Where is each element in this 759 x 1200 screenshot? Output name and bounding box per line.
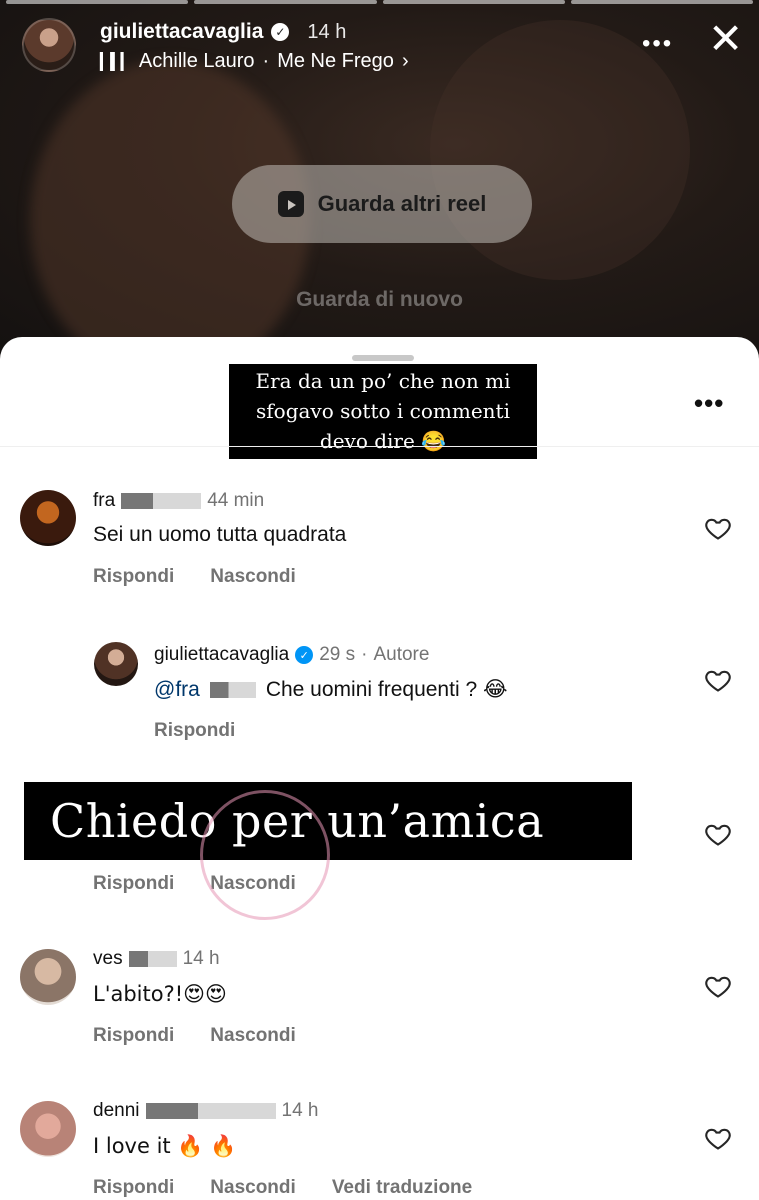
- avatar[interactable]: [20, 949, 76, 1005]
- comment-text: Sei un uomo tutta quadrata: [93, 523, 347, 546]
- music-bars-icon: ▎▍▎: [100, 53, 133, 71]
- comment-text: Che uomini frequenti ? 😂: [265, 678, 508, 701]
- comment-username[interactable]: fra: [93, 490, 115, 512]
- comments-sheet: [0, 337, 759, 1200]
- redacted-name: [121, 493, 202, 509]
- translate-button[interactable]: Vedi traduzione: [332, 1177, 472, 1199]
- story-user-row[interactable]: giuliettacavaglia ✓ 14 h: [100, 20, 346, 44]
- watch-more-reels-button[interactable]: Guarda altri reel: [232, 165, 532, 243]
- verified-icon: ✓: [295, 646, 314, 664]
- music-artist[interactable]: Achille Lauro: [139, 50, 255, 73]
- heart-icon[interactable]: [704, 1124, 732, 1152]
- comment-time: 14 h: [281, 1100, 319, 1121]
- comment-header: denni 14 h: [93, 1100, 318, 1122]
- comment-actions: Rispondi Nascondi: [93, 566, 296, 588]
- redacted-name: [128, 951, 177, 967]
- comment-time: 44 min: [207, 490, 265, 511]
- music-track[interactable]: Me Ne Frego: [277, 50, 394, 73]
- comment-header: giuliettacavaglia ✓ 29 s · Autore: [154, 644, 429, 666]
- music-separator: ·: [262, 50, 270, 72]
- avatar[interactable]: [94, 642, 138, 686]
- story-progress-bar: [6, 0, 753, 4]
- comment-header: fra 44 min: [93, 490, 264, 512]
- hide-button[interactable]: Nascondi: [210, 566, 296, 588]
- reply-button[interactable]: Rispondi: [154, 720, 235, 742]
- chevron-right-icon: ›: [401, 50, 409, 72]
- comment-text-row: @fra Che uomini frequenti ? 😂: [154, 677, 508, 702]
- close-icon[interactable]: ✕: [708, 18, 743, 60]
- reply-button[interactable]: Rispondi: [93, 873, 174, 895]
- comment-actions: Rispondi Nascondi: [93, 1025, 296, 1047]
- story-music-row[interactable]: ▎▍▎ Achille Lauro · Me Ne Frego ›: [100, 50, 409, 73]
- comment-text: I love it 🔥 🔥: [93, 1134, 237, 1158]
- sheet-more-icon[interactable]: •••: [694, 388, 724, 419]
- comment-actions: Rispondi Nascondi Vedi traduzione: [93, 1177, 472, 1199]
- heart-icon[interactable]: [704, 820, 732, 848]
- reels-icon: [277, 191, 304, 217]
- verified-icon: ✓: [271, 23, 290, 41]
- caption-overlay: Era da un po’ che non mi sfogavo sotto i…: [229, 364, 537, 459]
- rewatch-button[interactable]: Guarda di nuovo: [0, 288, 759, 312]
- comment-time: 14 h: [182, 948, 220, 969]
- comment-time: 29 s: [319, 644, 356, 665]
- heart-icon[interactable]: [704, 972, 732, 1000]
- reply-button[interactable]: Rispondi: [93, 1025, 174, 1047]
- story-time: 14 h: [307, 20, 347, 43]
- mention-link[interactable]: @fra: [154, 678, 200, 702]
- meta-separator: ·: [361, 644, 368, 665]
- hide-button[interactable]: Nascondi: [210, 1025, 296, 1047]
- comment-username[interactable]: giuliettacavaglia: [154, 644, 289, 666]
- caption-line: devo dire 😂: [319, 429, 447, 453]
- watch-more-reels-label: Guarda altri reel: [317, 191, 487, 216]
- avatar[interactable]: [20, 490, 76, 546]
- comment-actions: Rispondi: [154, 720, 235, 742]
- redacted-name: [209, 681, 256, 698]
- hide-button[interactable]: Nascondi: [210, 1177, 296, 1199]
- caption-line: Era da un po’ che non mi: [255, 369, 511, 393]
- redacted-name: [145, 1103, 276, 1119]
- author-tag: Autore: [373, 644, 430, 665]
- reply-button[interactable]: Rispondi: [93, 566, 174, 588]
- heart-icon[interactable]: [704, 514, 732, 542]
- sheet-drag-handle[interactable]: [352, 355, 414, 361]
- comment-header: ves 14 h: [93, 948, 220, 970]
- story-avatar[interactable]: [22, 18, 76, 72]
- watermark-logo: [200, 790, 330, 920]
- caption-line: sfogavo sotto i commenti: [256, 399, 510, 423]
- more-horizontal-icon[interactable]: •••: [642, 30, 673, 58]
- avatar[interactable]: [20, 1101, 76, 1157]
- comment-username[interactable]: denni: [93, 1100, 140, 1122]
- divider: [0, 446, 759, 447]
- story-username[interactable]: giuliettacavaglia: [100, 20, 263, 44]
- comment-username[interactable]: ves: [93, 948, 123, 970]
- reply-button[interactable]: Rispondi: [93, 1177, 174, 1199]
- heart-icon[interactable]: [704, 666, 732, 694]
- comment-text: L'abito?!😍😍: [93, 982, 227, 1006]
